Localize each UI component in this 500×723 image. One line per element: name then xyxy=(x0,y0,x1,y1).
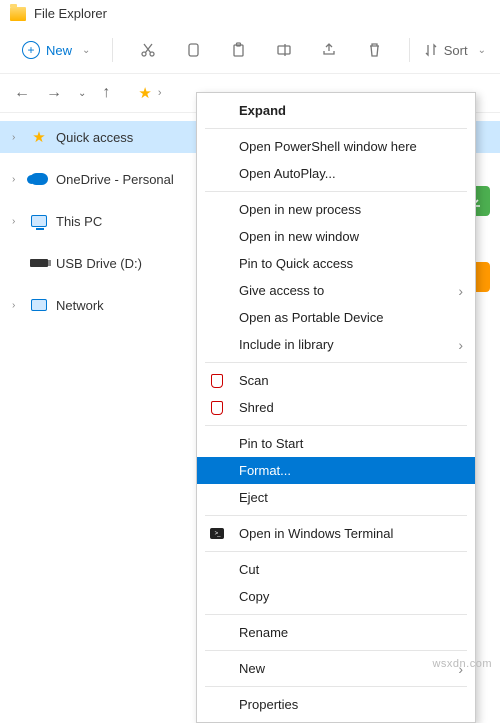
shield-icon xyxy=(209,400,225,416)
star-icon: ★ xyxy=(30,129,48,145)
menu-item-shred[interactable]: Shred xyxy=(197,394,475,421)
history-dropdown[interactable]: ⌄ xyxy=(78,88,86,99)
divider xyxy=(112,38,113,62)
terminal-icon xyxy=(209,526,225,542)
menu-item-open-new-process[interactable]: Open in new process xyxy=(197,196,475,223)
menu-item-open-new-window[interactable]: Open in new window xyxy=(197,223,475,250)
menu-item-scan[interactable]: Scan xyxy=(197,367,475,394)
tree-item-label: Network xyxy=(56,298,104,313)
sort-button-label: Sort xyxy=(444,43,468,58)
network-icon xyxy=(31,299,47,311)
command-bar: + New ⌄ Sort ⌄ xyxy=(0,27,500,74)
address-bar[interactable]: ★ › xyxy=(138,84,161,102)
menu-separator xyxy=(205,686,467,687)
chevron-right-icon: › xyxy=(158,87,162,99)
menu-item-open-portable[interactable]: Open as Portable Device xyxy=(197,304,475,331)
menu-item-pin-start[interactable]: Pin to Start xyxy=(197,430,475,457)
context-menu: Expand Open PowerShell window here Open … xyxy=(196,92,476,723)
shield-icon xyxy=(209,373,225,389)
chevron-down-icon: ⌄ xyxy=(478,45,486,56)
tree-item-label: This PC xyxy=(56,214,102,229)
menu-item-format[interactable]: Format... xyxy=(197,457,475,484)
menu-separator xyxy=(205,515,467,516)
expander-icon[interactable]: › xyxy=(12,300,22,311)
menu-separator xyxy=(205,362,467,363)
rename-icon[interactable] xyxy=(275,40,292,60)
folder-icon xyxy=(10,7,26,21)
copy-icon[interactable] xyxy=(185,40,202,60)
menu-separator xyxy=(205,128,467,129)
new-button[interactable]: + New ⌄ xyxy=(14,35,98,65)
expander-icon[interactable]: › xyxy=(12,174,22,185)
divider xyxy=(409,38,410,62)
window-title: File Explorer xyxy=(34,6,107,21)
expander-icon[interactable]: › xyxy=(12,132,22,143)
star-icon: ★ xyxy=(138,84,151,102)
menu-item-rename[interactable]: Rename xyxy=(197,619,475,646)
new-button-label: New xyxy=(46,43,72,58)
tree-item-label: USB Drive (D:) xyxy=(56,256,142,271)
menu-separator xyxy=(205,614,467,615)
pc-icon xyxy=(31,215,47,227)
tree-item-label: OneDrive - Personal xyxy=(56,172,174,187)
back-button[interactable]: ← xyxy=(14,84,30,102)
paste-icon[interactable] xyxy=(230,40,247,60)
forward-button[interactable]: → xyxy=(46,84,62,102)
menu-item-expand[interactable]: Expand xyxy=(197,97,475,124)
menu-separator xyxy=(205,191,467,192)
menu-item-copy[interactable]: Copy xyxy=(197,583,475,610)
watermark: wsxdn.com xyxy=(432,658,492,670)
share-icon[interactable] xyxy=(320,40,337,60)
menu-item-give-access[interactable]: Give access to xyxy=(197,277,475,304)
sort-icon xyxy=(424,43,438,57)
onedrive-icon xyxy=(30,173,48,185)
menu-separator xyxy=(205,551,467,552)
menu-item-eject[interactable]: Eject xyxy=(197,484,475,511)
chevron-down-icon: ⌄ xyxy=(82,45,90,56)
menu-item-include-library[interactable]: Include in library xyxy=(197,331,475,358)
up-button[interactable]: ↑ xyxy=(102,84,110,102)
menu-separator xyxy=(205,650,467,651)
sort-button[interactable]: Sort ⌄ xyxy=(424,43,486,58)
delete-icon[interactable] xyxy=(366,40,383,60)
expander-icon[interactable]: › xyxy=(12,216,22,227)
tree-item-label: Quick access xyxy=(56,130,133,145)
plus-icon: + xyxy=(22,41,40,59)
menu-item-cut[interactable]: Cut xyxy=(197,556,475,583)
menu-item-open-terminal[interactable]: Open in Windows Terminal xyxy=(197,520,475,547)
menu-separator xyxy=(205,425,467,426)
menu-item-open-autoplay[interactable]: Open AutoPlay... xyxy=(197,160,475,187)
title-bar: File Explorer xyxy=(0,0,500,27)
menu-item-open-powershell[interactable]: Open PowerShell window here xyxy=(197,133,475,160)
usb-icon xyxy=(30,259,48,267)
menu-item-properties[interactable]: Properties xyxy=(197,691,475,718)
menu-item-pin-quick-access[interactable]: Pin to Quick access xyxy=(197,250,475,277)
cut-icon[interactable] xyxy=(139,40,156,60)
